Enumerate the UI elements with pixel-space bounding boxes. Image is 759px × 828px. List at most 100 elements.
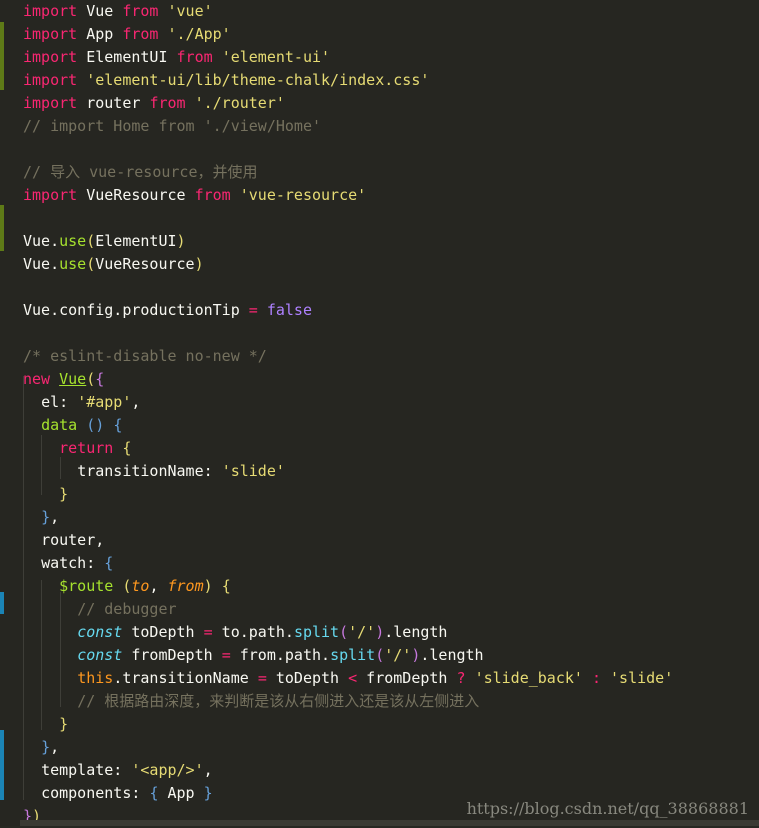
comment: /* eslint-disable no-new */ <box>23 347 267 365</box>
code-line: return { <box>59 439 132 457</box>
keyword: import <box>23 94 78 112</box>
property: transitionName: <box>77 462 222 480</box>
identifier: Vue <box>23 255 51 273</box>
string: './router' <box>194 94 285 112</box>
code-line: watch: { <box>41 554 114 572</box>
comment: // 根据路由深度，来判断是该从右侧进入还是该从左侧进入 <box>77 692 480 710</box>
keyword: return <box>59 439 114 457</box>
string: 'vue-resource' <box>239 186 367 204</box>
identifier: toDepth <box>266 669 349 687</box>
comment: // import Home from './view/Home' <box>23 117 322 135</box>
string: 'slide' <box>221 462 285 480</box>
code-line: import VueResource from 'vue-resource' <box>23 184 673 207</box>
class-name: Vue <box>59 370 87 388</box>
identifier: VueResource <box>86 186 186 204</box>
keyword: import <box>23 2 78 20</box>
identifier: Vue <box>23 232 51 250</box>
property: watch: <box>41 554 105 572</box>
horizontal-scrollbar[interactable] <box>20 820 759 826</box>
code-line: import App from './App' <box>23 23 673 46</box>
property: .transitionName <box>113 669 258 687</box>
code-line: }, <box>41 738 60 756</box>
string: 'slide_back' <box>474 669 583 687</box>
code-line: import 'element-ui/lib/theme-chalk/index… <box>23 69 673 92</box>
code-line: import ElementUI from 'element-ui' <box>23 46 673 69</box>
property: el: <box>41 393 78 411</box>
git-modified-marker <box>0 592 4 614</box>
constant: false <box>266 301 312 319</box>
operator: = <box>257 669 267 687</box>
code-line: new Vue({ <box>23 370 105 388</box>
identifier: fromDepth <box>122 646 222 664</box>
git-added-marker <box>0 22 4 90</box>
code-line: template: '<app/>', <box>41 761 213 779</box>
string: './App' <box>167 25 231 43</box>
keyword: from <box>194 186 231 204</box>
comment: // debugger <box>77 600 177 618</box>
code-line: import router from './router' <box>23 92 673 115</box>
parameter: from <box>167 577 204 595</box>
code-line: const fromDepth = from.path.split('/').l… <box>77 646 484 664</box>
property: router, <box>41 531 105 549</box>
code-line: } <box>59 715 69 733</box>
code-line: // 导入 vue-resource，并使用 <box>23 161 673 184</box>
method: use <box>59 255 87 273</box>
string: 'element-ui' <box>221 48 331 66</box>
string: 'element-ui/lib/theme-chalk/index.css' <box>86 71 430 89</box>
method: split <box>330 646 376 664</box>
code-line: data () { <box>41 416 123 434</box>
keyword: from <box>122 2 159 20</box>
operator: < <box>348 669 358 687</box>
parameter: to <box>131 577 150 595</box>
code-line: Vue.use(VueResource) <box>23 255 204 273</box>
keyword: from <box>176 48 213 66</box>
code-line: const toDepth = to.path.split('/').lengt… <box>77 623 448 641</box>
property: components: <box>41 784 150 802</box>
code-line: this.transitionName = toDepth < fromDept… <box>23 667 673 690</box>
comment: // 导入 vue-resource，并使用 <box>23 163 258 181</box>
identifier: App <box>158 784 204 802</box>
string: '/' <box>348 623 376 641</box>
keyword: import <box>23 48 78 66</box>
code-line: }, <box>41 508 60 526</box>
keyword: import <box>23 25 78 43</box>
method: $route <box>59 577 114 595</box>
code-line: // import Home from './view/Home' <box>23 115 673 138</box>
keyword: import <box>23 186 78 204</box>
code-line: el: '#app', <box>41 393 141 411</box>
keyword: new <box>23 370 51 388</box>
code-line: } <box>59 485 69 503</box>
identifier: ElementUI <box>95 232 177 250</box>
code-line: /* eslint-disable no-new */ <box>23 345 673 368</box>
watermark: https://blog.csdn.net/qq_38868881 <box>466 799 749 818</box>
code-editor[interactable]: import Vue from 'vue' import App from '.… <box>0 0 759 826</box>
keyword: import <box>23 71 78 89</box>
identifier: toDepth <box>122 623 204 641</box>
operator: = <box>221 646 231 664</box>
code-line: router, <box>23 529 673 552</box>
keyword: const <box>77 623 123 641</box>
identifier: from.path. <box>230 646 331 664</box>
code-line: $route (to, from) { <box>59 577 231 595</box>
operator: = <box>248 301 258 319</box>
method: split <box>293 623 340 641</box>
identifier: ElementUI <box>86 48 168 66</box>
property: .length <box>384 623 448 641</box>
operator: = <box>203 623 213 641</box>
code-lines: import Vue from 'vue' import App from '.… <box>23 0 673 828</box>
method: use <box>59 232 87 250</box>
string: '<app/>' <box>131 761 204 779</box>
identifier: App <box>86 25 114 43</box>
property: .length <box>420 646 484 664</box>
operator: ? <box>456 669 466 687</box>
string: 'slide' <box>610 669 674 687</box>
keyword: this <box>77 669 114 687</box>
identifier: fromDepth <box>357 669 457 687</box>
keyword: from <box>149 94 186 112</box>
identifier: Vue <box>86 2 114 20</box>
identifier: VueResource <box>95 255 195 273</box>
operator: : <box>591 669 601 687</box>
